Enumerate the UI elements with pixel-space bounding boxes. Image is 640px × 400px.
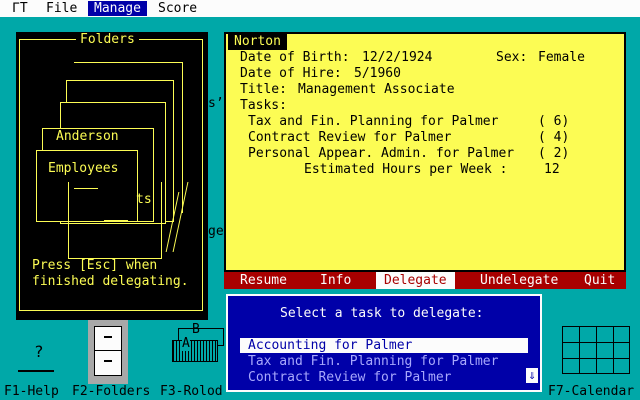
rolodex-card-front bbox=[172, 340, 218, 362]
task-option-contract[interactable]: Contract Review for Palmer bbox=[240, 370, 528, 385]
menu-score[interactable]: Score bbox=[152, 1, 203, 16]
menu-file[interactable]: File bbox=[40, 1, 83, 16]
action-quit[interactable]: Quit bbox=[584, 272, 615, 289]
help-icon-base bbox=[18, 370, 54, 372]
task-name: Tax and Fin. Planning for Palmer bbox=[248, 114, 499, 129]
f3-rolodex-key[interactable]: F3-Rolod bbox=[160, 384, 223, 400]
est-hours-label: Estimated Hours per Week : bbox=[304, 162, 508, 177]
task-hours: ( 6) bbox=[538, 114, 570, 129]
folders-title: Folders bbox=[76, 32, 139, 48]
task-hours: ( 2) bbox=[538, 146, 570, 161]
menu-bar: ΓT File Manage Score bbox=[0, 0, 640, 17]
est-hours-value: 12 bbox=[544, 162, 560, 177]
rolodex-icon[interactable]: B A bbox=[172, 322, 228, 374]
employee-window: Norton Date of Birth: 12/2/1924 Sex: Fem… bbox=[224, 32, 626, 272]
question-mark-icon: ? bbox=[34, 342, 44, 361]
action-info[interactable]: Info bbox=[320, 272, 351, 289]
cabinet-handle bbox=[104, 360, 112, 362]
sex-value: Female bbox=[538, 50, 585, 65]
sex-label: Sex: bbox=[496, 50, 528, 65]
tasks-label: Tasks: bbox=[240, 98, 287, 113]
f1-help-key[interactable]: F1-Help bbox=[4, 384, 59, 400]
title-value: Management Associate bbox=[298, 82, 455, 97]
calendar-icon[interactable] bbox=[562, 326, 630, 374]
task-option-accounting[interactable]: Accounting for Palmer bbox=[240, 338, 528, 353]
rolodex-letter-a: A bbox=[182, 336, 190, 351]
task-name: Contract Review for Palmer bbox=[248, 130, 452, 145]
task-option-tax[interactable]: Tax and Fin. Planning for Palmer bbox=[240, 354, 528, 369]
folders-panel: Folders Anderson Employees ts Press [Esc… bbox=[16, 32, 208, 320]
action-undelegate[interactable]: Undelegate bbox=[480, 272, 558, 289]
task-hours: ( 4) bbox=[538, 130, 570, 145]
dialog-prompt: Select a task to delegate: bbox=[280, 306, 484, 321]
f7-calendar-key[interactable]: F7-Calendar bbox=[548, 384, 634, 400]
scroll-down-icon[interactable]: ⇓ bbox=[526, 368, 538, 383]
f2-folders-key[interactable]: F2-Folders bbox=[72, 384, 150, 400]
background-text-2: ge bbox=[208, 224, 224, 239]
cabinet-body bbox=[94, 326, 122, 376]
hire-label: Date of Hire: bbox=[240, 66, 342, 81]
dob-label: Date of Birth: bbox=[240, 50, 350, 65]
folder-employees-label: Employees bbox=[48, 161, 119, 176]
title-label: Title: bbox=[240, 82, 287, 97]
folders-cabinet-icon[interactable] bbox=[88, 320, 128, 384]
instructions-line-2: finished delegating. bbox=[32, 274, 189, 289]
action-bar: Resume Info Delegate Undelegate Quit bbox=[224, 272, 626, 289]
action-delegate[interactable]: Delegate bbox=[376, 272, 455, 289]
folder-ts-label: ts bbox=[136, 192, 152, 207]
employee-name-title: Norton bbox=[228, 34, 287, 50]
folder-tab-line-2 bbox=[104, 220, 128, 221]
folder-anderson-label: Anderson bbox=[56, 129, 119, 144]
instructions-line-1: Press [Esc] when bbox=[32, 258, 158, 273]
dob-value: 12/2/1924 bbox=[362, 50, 433, 65]
help-icon[interactable]: ? bbox=[18, 342, 54, 372]
background-text-1: s’ bbox=[208, 96, 224, 111]
cabinet-divider bbox=[94, 350, 122, 351]
delegate-dialog: Select a task to delegate: Accounting fo… bbox=[226, 294, 542, 392]
rolodex-letter-b: B bbox=[192, 322, 200, 337]
menu-manage[interactable]: Manage bbox=[88, 1, 147, 16]
cabinet-handle bbox=[104, 336, 112, 338]
action-resume[interactable]: Resume bbox=[240, 272, 287, 289]
app-logo: ΓT bbox=[12, 1, 28, 16]
hire-value: 5/1960 bbox=[354, 66, 401, 81]
task-name: Personal Appear. Admin. for Palmer bbox=[248, 146, 515, 161]
